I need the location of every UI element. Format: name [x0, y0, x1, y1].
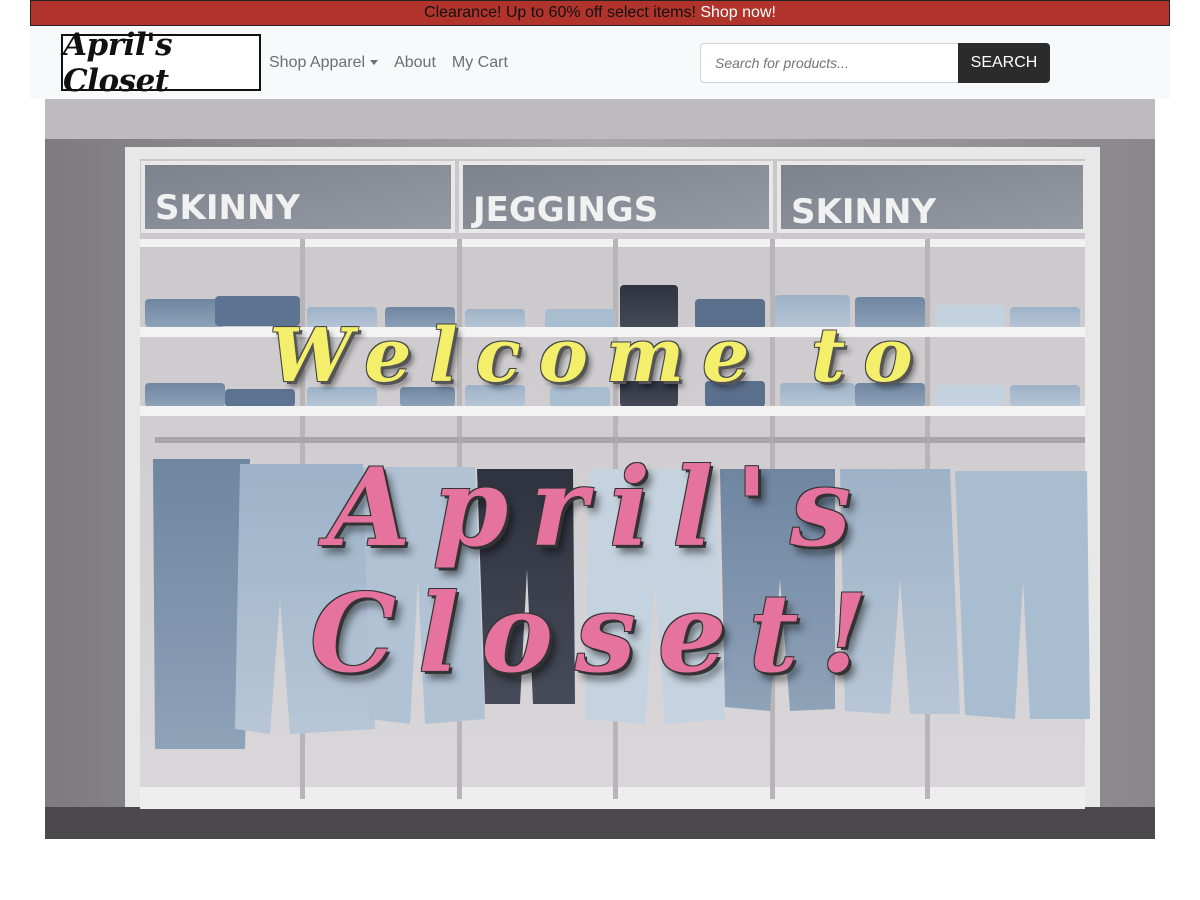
- brand-logo[interactable]: April's Closet: [61, 27, 261, 99]
- navbar: April's Closet Shop Apparel About My Car…: [30, 26, 1170, 99]
- shelf-sign-1: SKINNY: [155, 188, 300, 228]
- nav-shop-apparel-label: Shop Apparel: [269, 53, 366, 71]
- nav-shop-apparel-dropdown[interactable]: Shop Apparel: [269, 54, 386, 72]
- search-input[interactable]: [700, 43, 958, 83]
- chevron-down-icon: [370, 60, 379, 65]
- hero-brand-text: April's Closet!: [310, 445, 890, 697]
- search-button[interactable]: SEARCH: [958, 43, 1050, 83]
- promo-text: Clearance! Up to 60% off select items!: [424, 4, 701, 21]
- hero-banner: SKINNY JEGGINGS SKINNY Welcome to April'…: [45, 99, 1155, 839]
- nav-links: Shop Apparel About My Cart: [269, 26, 516, 99]
- search-form: SEARCH: [700, 43, 1050, 83]
- shelf-sign-3: SKINNY: [791, 192, 936, 232]
- shelf-sign-2: JEGGINGS: [471, 190, 658, 230]
- nav-about-link[interactable]: About: [386, 54, 444, 72]
- shop-now-link[interactable]: Shop now!: [700, 4, 776, 21]
- hero-welcome-text: Welcome to: [269, 313, 931, 399]
- promo-banner: Clearance! Up to 60% off select items! S…: [30, 0, 1170, 26]
- nav-my-cart-link[interactable]: My Cart: [444, 54, 516, 72]
